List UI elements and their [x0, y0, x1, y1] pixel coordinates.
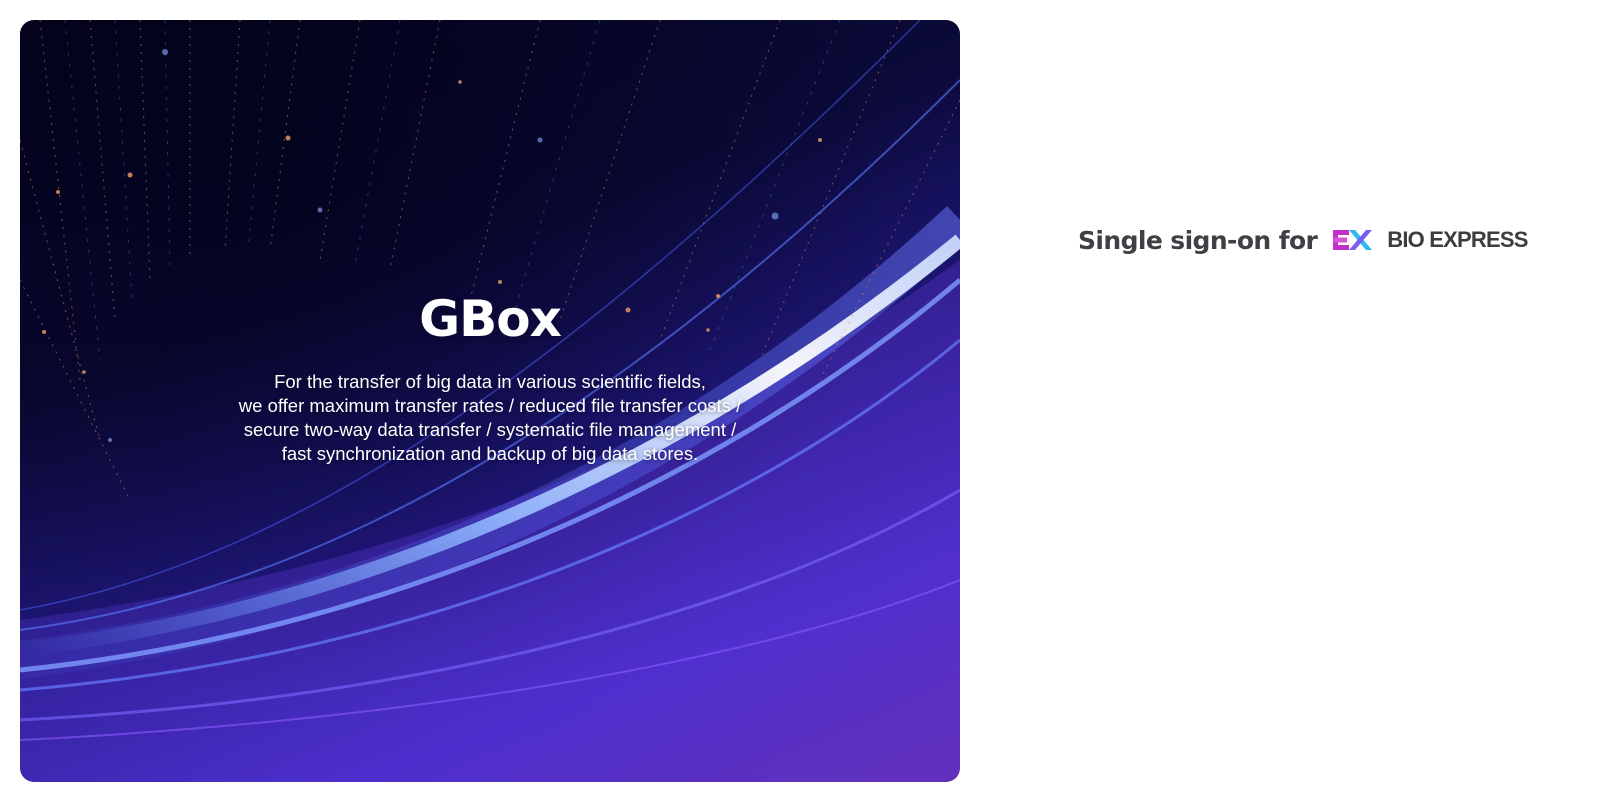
hero-description-line: secure two-way data transfer / systemati… [243, 419, 737, 440]
hero-description-line: we offer maximum transfer rates / reduce… [238, 395, 742, 416]
hero-text-block: GBox For the transfer of big data in var… [20, 290, 960, 466]
single-sign-on-section: Single sign-on for BIO EXPRESS [1078, 220, 1528, 260]
sso-label: Single sign-on for [1078, 225, 1318, 255]
hero-banner: GBox For the transfer of big data in var… [20, 20, 960, 782]
hero-description: For the transfer of big data in various … [20, 370, 960, 466]
hero-description-line: fast synchronization and backup of big d… [281, 443, 699, 464]
bio-express-bx-icon [1333, 230, 1373, 250]
hero-title: GBox [419, 290, 562, 348]
page: GBox For the transfer of big data in var… [0, 0, 1600, 800]
hero-description-line: For the transfer of big data in various … [274, 371, 706, 392]
bio-express-sso-button[interactable]: BIO EXPRESS [1333, 227, 1528, 253]
bio-express-name: BIO EXPRESS [1387, 227, 1528, 252]
